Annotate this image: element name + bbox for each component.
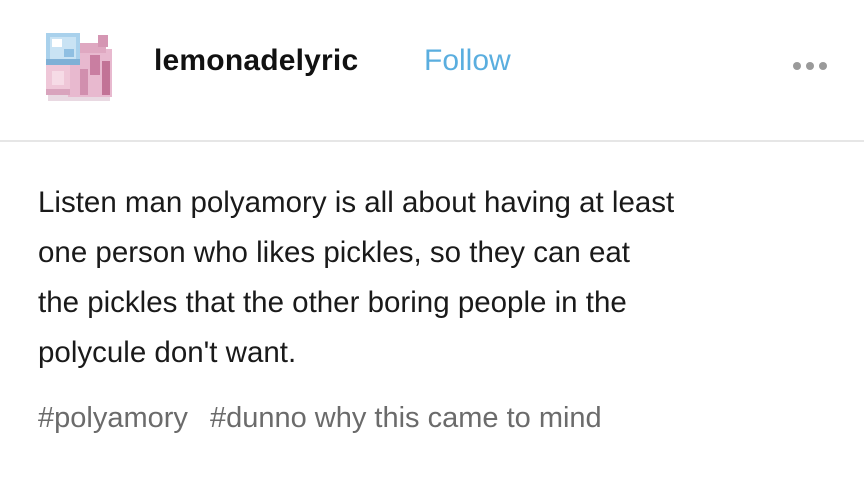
post-body-line: Listen man polyamory is all about having… bbox=[38, 186, 675, 219]
post-header: lemonadelyric Follow bbox=[0, 0, 864, 140]
tag-dunno-why[interactable]: #dunno why this came to mind bbox=[210, 402, 602, 434]
header-divider bbox=[0, 140, 864, 142]
username-link[interactable]: lemonadelyric bbox=[154, 44, 358, 78]
post-body-line: one person who likes pickles, so they ca… bbox=[38, 236, 630, 269]
more-dots-icon[interactable] bbox=[792, 58, 828, 74]
tag-polyamory[interactable]: #polyamory bbox=[38, 402, 188, 434]
pixel-snail-avatar-icon[interactable] bbox=[38, 25, 124, 111]
post-body: Listen man polyamory is all about having… bbox=[38, 178, 838, 378]
follow-button[interactable]: Follow bbox=[424, 44, 511, 78]
post-body-line: polycule don't want. bbox=[38, 336, 297, 369]
tumblr-post: lemonadelyric Follow Listen man polyamor… bbox=[0, 0, 864, 480]
post-tags: #polyamory #dunno why this came to mind bbox=[38, 402, 616, 435]
post-body-line: the pickles that the other boring people… bbox=[38, 286, 627, 319]
